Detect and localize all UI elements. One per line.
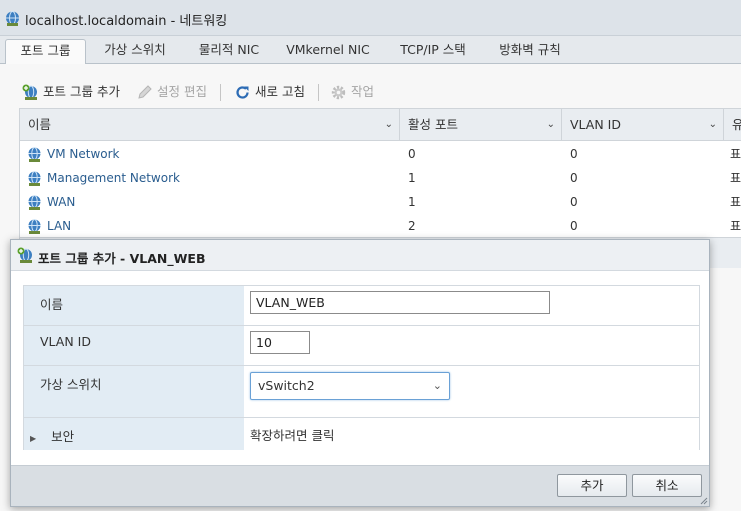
refresh-icon <box>236 86 249 99</box>
form-row-security[interactable]: ▶ 보안 확장하려면 클릭 <box>24 418 699 450</box>
cell-active-ports: 1 <box>408 195 416 209</box>
column-header-active-ports[interactable]: 활성 포트 ⌄ <box>400 109 562 140</box>
column-header-type[interactable]: 유 <box>724 109 741 140</box>
port-group-name-link[interactable]: Management Network <box>20 166 400 190</box>
form-value: 확장하려면 클릭 <box>244 418 699 450</box>
toolbar-separator <box>220 84 221 101</box>
host-icon <box>6 11 19 26</box>
port-group-name-link[interactable]: WAN <box>20 190 400 214</box>
name-input[interactable]: VLAN_WEB <box>250 291 550 314</box>
add-port-group-icon <box>17 247 32 263</box>
port-group-name-link[interactable]: LAN <box>20 214 400 238</box>
cell-vlan-id: 0 <box>570 219 578 233</box>
cell-text: WAN <box>47 195 76 209</box>
refresh-label: 새로 고침 <box>255 84 305 99</box>
security-label-text: 보안 <box>51 429 75 444</box>
chevron-down-icon[interactable]: ⌄ <box>709 109 717 140</box>
tab-physical-nics[interactable]: 물리적 NIC <box>186 39 272 64</box>
cell-vlan-id: 0 <box>570 195 578 209</box>
cell-vlan-id: 0 <box>570 147 578 161</box>
vswitch-select-value: vSwitch2 <box>258 378 315 393</box>
cancel-button[interactable]: 취소 <box>632 474 702 497</box>
tab-virtual-switches[interactable]: 가상 스위치 <box>92 39 178 64</box>
table-header: 이름 ⌄ 활성 포트 ⌄ VLAN ID ⌄ 유 <box>20 109 741 141</box>
dialog-header[interactable]: 포트 그룹 추가 - VLAN_WEB <box>11 240 709 271</box>
tab-vmkernel-nics[interactable]: VMkernel NIC <box>280 39 376 64</box>
form-row-name: 이름 VLAN_WEB <box>24 286 699 326</box>
form-row-vlan-id: VLAN ID 10 <box>24 326 699 366</box>
chevron-down-icon: ⌄ <box>432 379 442 392</box>
form-value: VLAN_WEB <box>244 286 699 325</box>
security-expand-hint[interactable]: 확장하려면 클릭 <box>250 425 334 444</box>
form-value: 10 <box>244 326 699 365</box>
dialog-footer: 추가 취소 <box>11 465 709 506</box>
edit-settings-button[interactable]: 설정 편집 <box>136 82 207 104</box>
add-port-group-button[interactable]: 포트 그룹 추가 <box>22 82 120 104</box>
window-title: localhost.localdomain - 네트워킹 <box>25 14 228 29</box>
pencil-icon <box>138 85 152 99</box>
port-group-name-link[interactable]: VM Network <box>20 142 400 166</box>
add-port-group-dialog: 포트 그룹 추가 - VLAN_WEB 이름 VLAN_WEB VLAN ID … <box>10 239 710 507</box>
vlan-id-input[interactable]: 10 <box>250 331 310 354</box>
cell-type: 표 <box>730 219 741 233</box>
actions-label: 작업 <box>351 84 375 99</box>
table-row[interactable]: VM Network 0 0 표 <box>20 142 741 166</box>
column-header-label: 이름 <box>28 117 52 132</box>
form-row-vswitch: 가상 스위치 vSwitch2 ⌄ <box>24 366 699 418</box>
cell-active-ports: 2 <box>408 219 416 233</box>
form-value: vSwitch2 ⌄ <box>244 366 699 417</box>
cell-type: 표 <box>730 147 741 161</box>
cell-type: 표 <box>730 171 741 185</box>
expand-triangle-icon[interactable]: ▶ <box>30 434 36 443</box>
refresh-button[interactable]: 새로 고침 <box>234 82 305 104</box>
edit-settings-label: 설정 편집 <box>157 84 207 99</box>
cell-vlan-id: 0 <box>570 171 578 185</box>
add-port-group-icon <box>22 84 37 100</box>
actions-button[interactable]: 작업 <box>330 82 374 104</box>
gear-icon <box>331 85 346 100</box>
resize-grip-icon[interactable] <box>700 497 708 505</box>
tab-bar: 포트 그룹 가상 스위치 물리적 NIC VMkernel NIC TCP/IP… <box>0 36 741 65</box>
table-row[interactable]: LAN 2 0 표 <box>20 214 741 238</box>
network-icon <box>28 195 41 210</box>
add-port-group-label: 포트 그룹 추가 <box>43 84 120 99</box>
vswitch-select[interactable]: vSwitch2 ⌄ <box>250 372 450 400</box>
table-row[interactable]: Management Network 1 0 표 <box>20 166 741 190</box>
column-header-label: 활성 포트 <box>408 117 458 132</box>
chevron-down-icon[interactable]: ⌄ <box>385 109 393 140</box>
table-row[interactable]: WAN 1 0 표 <box>20 190 741 214</box>
cell-text: VM Network <box>47 147 120 161</box>
port-group-form: 이름 VLAN_WEB VLAN ID 10 가상 스위치 vSwitch2 ⌄… <box>23 285 700 450</box>
vlan-id-label: VLAN ID <box>24 326 244 365</box>
dialog-title: 포트 그룹 추가 - VLAN_WEB <box>38 251 206 266</box>
chevron-down-icon[interactable]: ⌄ <box>547 109 555 140</box>
tab-firewall-rules[interactable]: 방화벽 규칙 <box>488 39 572 64</box>
cell-text: LAN <box>47 219 72 233</box>
tab-port-groups[interactable]: 포트 그룹 <box>5 39 86 65</box>
cell-active-ports: 0 <box>408 147 416 161</box>
tab-tcpip-stacks[interactable]: TCP/IP 스택 <box>388 39 478 64</box>
column-header-vlan-id[interactable]: VLAN ID ⌄ <box>562 109 724 140</box>
network-icon <box>28 147 41 162</box>
toolbar-separator <box>318 84 319 101</box>
security-label[interactable]: ▶ 보안 <box>24 418 244 450</box>
column-header-name[interactable]: 이름 ⌄ <box>20 109 400 140</box>
network-icon <box>28 219 41 234</box>
port-group-table: 이름 ⌄ 활성 포트 ⌄ VLAN ID ⌄ 유 VM Network 0 0 … <box>19 108 741 238</box>
network-icon <box>28 171 41 186</box>
vswitch-label: 가상 스위치 <box>24 366 244 417</box>
cell-text: Management Network <box>47 171 180 185</box>
column-header-label: VLAN ID <box>570 117 621 132</box>
name-label: 이름 <box>24 286 244 325</box>
cell-active-ports: 1 <box>408 171 416 185</box>
add-button[interactable]: 추가 <box>557 474 627 497</box>
column-header-label: 유 <box>732 117 741 132</box>
cell-type: 표 <box>730 195 741 209</box>
window-titlebar: localhost.localdomain - 네트워킹 <box>0 0 741 36</box>
